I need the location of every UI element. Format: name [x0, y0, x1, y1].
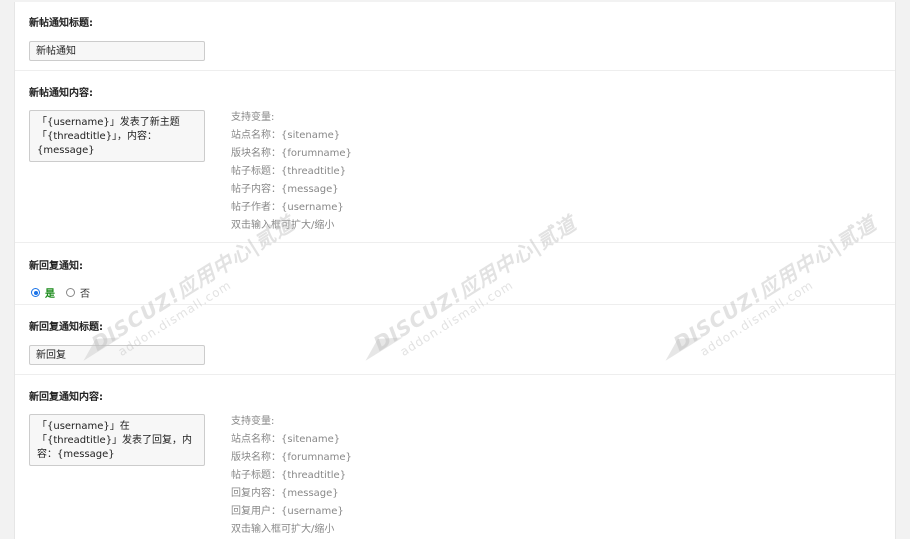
scrollbar[interactable] [896, 0, 910, 539]
help-line: 版块名称：{forumname} [231, 148, 352, 159]
divider [15, 70, 895, 71]
help-line: 站点名称：{sitename} [231, 130, 341, 141]
settings-panel: 新帖通知标题: 新帖通知 新帖通知内容: 「{username}」发表了新主题「… [14, 2, 896, 539]
help-line: 帖子内容：{message} [231, 184, 339, 195]
new-thread-content-label: 新帖通知内容: [29, 88, 93, 99]
new-thread-variables-help: 支持变量: 站点名称：{sitename} 版块名称：{forumname} 帖… [231, 109, 352, 235]
divider [15, 374, 895, 375]
radio-no[interactable] [66, 288, 75, 297]
help-line: 双击输入框可扩大/缩小 [231, 220, 335, 231]
watermark: DISCUZ!应用中心|贰道 addon.dismall.com [367, 208, 588, 369]
watermark-logo-icon [359, 327, 403, 361]
new-thread-title-label: 新帖通知标题: [29, 18, 93, 29]
radio-no-label[interactable]: 否 [80, 285, 90, 300]
watermark-logo-icon [659, 327, 703, 361]
help-line: 帖子标题：{threadtitle} [231, 470, 347, 481]
divider [15, 304, 895, 305]
radio-yes[interactable] [31, 288, 40, 297]
watermark: DISCUZ!应用中心|贰道 addon.dismall.com [667, 208, 888, 369]
radio-yes-label[interactable]: 是 [45, 285, 55, 300]
watermark-bottom-text: addon.dismall.com [115, 277, 234, 359]
watermark-bottom-text: addon.dismall.com [397, 277, 516, 359]
watermark-bottom-text: addon.dismall.com [697, 277, 816, 359]
new-reply-variables-help: 支持变量: 站点名称：{sitename} 版块名称：{forumname} 帖… [231, 413, 352, 539]
divider [15, 242, 895, 243]
new-reply-notify-radio-group: 是 否 [31, 285, 101, 300]
help-line: 帖子标题：{threadtitle} [231, 166, 347, 177]
help-line: 回复用户：{username} [231, 506, 344, 517]
new-reply-content-textarea[interactable]: 「{username}」在「{threadtitle}」发表了回复，内容：{me… [29, 414, 205, 466]
new-reply-notify-label: 新回复通知: [29, 261, 83, 272]
new-reply-content-label: 新回复通知内容: [29, 392, 103, 403]
help-line: 站点名称：{sitename} [231, 434, 341, 445]
new-reply-title-label: 新回复通知标题: [29, 322, 103, 333]
help-line: 支持变量: [231, 416, 275, 427]
help-line: 双击输入框可扩大/缩小 [231, 524, 335, 535]
help-line: 回复内容：{message} [231, 488, 339, 499]
help-line: 帖子作者：{username} [231, 202, 344, 213]
help-line: 版块名称：{forumname} [231, 452, 352, 463]
help-line: 支持变量: [231, 112, 275, 123]
new-reply-title-input[interactable]: 新回复 [29, 345, 205, 365]
new-thread-title-input[interactable]: 新帖通知 [29, 41, 205, 61]
new-thread-content-textarea[interactable]: 「{username}」发表了新主题「{threadtitle}」，内容：{me… [29, 110, 205, 162]
